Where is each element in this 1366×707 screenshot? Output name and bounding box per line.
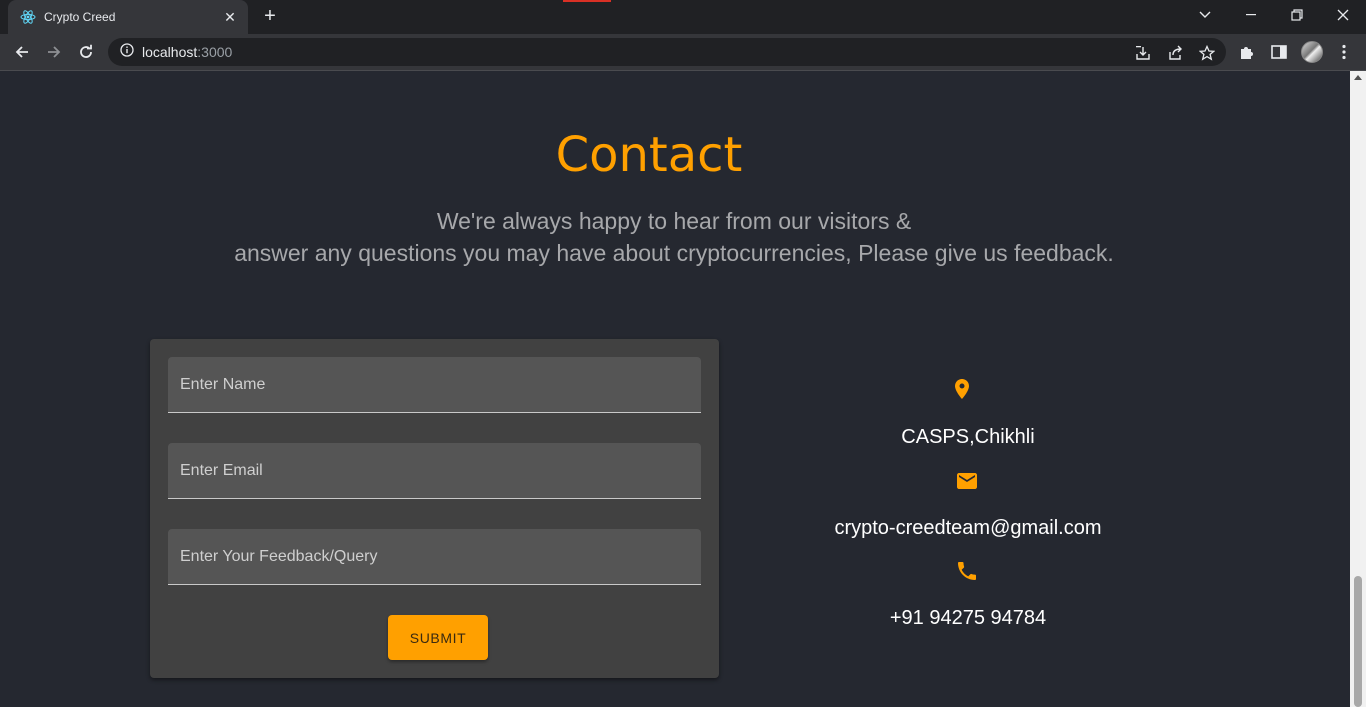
close-tab-icon[interactable]: ✕ (222, 9, 238, 26)
tab-search-icon[interactable] (1182, 0, 1228, 30)
email-text: crypto-creedteam@gmail.com (834, 517, 1102, 539)
feedback-form-card: SUBMIT (150, 339, 719, 678)
url-port: :3000 (197, 44, 233, 60)
install-app-icon[interactable] (1132, 42, 1154, 64)
scroll-thumb[interactable] (1354, 576, 1362, 707)
tab-title: Crypto Creed (44, 10, 116, 24)
url-host: localhost (142, 44, 198, 60)
react-logo-icon (20, 9, 36, 25)
name-input[interactable] (168, 357, 701, 412)
page-scrollbar[interactable] (1350, 71, 1366, 707)
bookmark-star-icon[interactable] (1196, 42, 1218, 64)
address-bar[interactable]: localhost:3000 (108, 38, 1226, 66)
location-pin-icon (950, 377, 974, 401)
browser-toolbar: localhost:3000 (0, 34, 1366, 71)
location-text: CASPS,Chikhli (901, 426, 1035, 448)
share-icon[interactable] (1164, 42, 1186, 64)
browser-tab[interactable]: Crypto Creed ✕ (8, 0, 248, 34)
side-panel-icon[interactable] (1266, 39, 1292, 65)
site-info-icon[interactable] (120, 42, 134, 62)
new-tab-button[interactable]: + (258, 6, 282, 28)
scroll-up-arrow-icon[interactable] (1354, 75, 1362, 80)
submit-button[interactable]: SUBMIT (388, 615, 488, 660)
email-field (168, 443, 701, 499)
minimize-icon[interactable] (1228, 0, 1274, 30)
mail-icon (955, 469, 979, 493)
profile-avatar[interactable] (1299, 39, 1325, 65)
phone-icon (955, 559, 979, 583)
subtext-line-1: We're always happy to hear from our visi… (436, 208, 912, 234)
back-arrow-icon[interactable] (8, 38, 36, 66)
phone-text: +91 94275 94784 (889, 607, 1047, 629)
recording-indicator (563, 0, 611, 2)
page-content: Contact We're always happy to hear from … (0, 71, 1350, 707)
name-field (168, 357, 701, 413)
contact-subtext: We're always happy to hear from our visi… (0, 205, 1348, 269)
forward-arrow-icon[interactable] (40, 38, 68, 66)
subtext-line-2: answer any questions you may have about … (234, 240, 1114, 266)
restore-icon[interactable] (1274, 0, 1320, 30)
extensions-puzzle-icon[interactable] (1234, 39, 1260, 65)
feedback-field (168, 529, 701, 585)
contact-heading: Contact (555, 127, 743, 183)
browser-tab-strip: Crypto Creed ✕ + (0, 0, 1366, 34)
email-input[interactable] (168, 443, 701, 498)
close-window-icon[interactable] (1320, 0, 1366, 30)
reload-icon[interactable] (72, 38, 100, 66)
feedback-input[interactable] (168, 529, 701, 584)
menu-kebab-icon[interactable] (1331, 39, 1357, 65)
avatar (1301, 41, 1323, 63)
